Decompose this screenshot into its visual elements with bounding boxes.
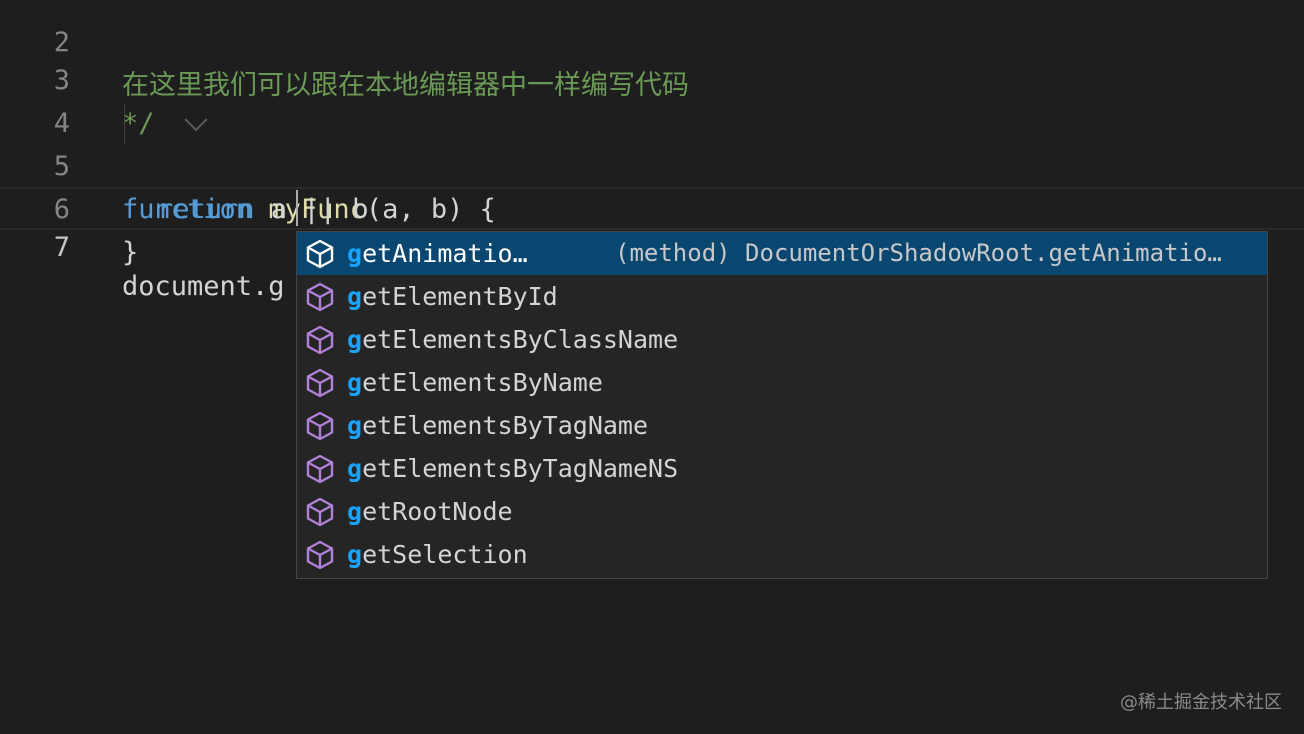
suggestion-item[interactable]: getElementsByTagNameNS (297, 447, 1267, 490)
method-cube-icon (305, 497, 335, 527)
suggestion-label-rest: etElementsByTagNameNS (362, 454, 679, 483)
suggestion-item[interactable]: getRootNode (297, 490, 1267, 533)
method-cube-icon (305, 540, 335, 570)
method-cube-icon (305, 411, 335, 441)
suggestion-label: getElementsByClassName (347, 318, 678, 361)
method-cube-icon (305, 454, 335, 484)
suggestion-label: getElementsByTagName (347, 404, 648, 447)
match-highlight: g (347, 368, 363, 397)
indent-guide (124, 104, 125, 144)
code-line[interactable]: 5 return a || b (0, 102, 1304, 225)
suggestion-item[interactable]: getElementsByName (297, 361, 1267, 404)
suggestion-label: getRootNode (347, 490, 513, 533)
match-highlight: g (347, 454, 363, 483)
match-highlight: g (347, 497, 363, 526)
method-cube-icon (305, 368, 335, 398)
suggestion-item[interactable]: getElementsByTagName (297, 404, 1267, 447)
suggestion-label: getSelection (347, 533, 528, 576)
suggestion-detail: (method) DocumentOrShadowRoot.getAnimati… (615, 239, 1222, 267)
suggestion-label: getElementsByTagNameNS (347, 447, 678, 490)
suggestion-label: getAnimatio… (347, 232, 528, 275)
text-cursor (296, 190, 298, 226)
code-line[interactable]: 3 */ (0, 16, 1304, 139)
suggestion-label-rest: etSelection (362, 540, 528, 569)
suggestion-label-rest: etAnimatio… (362, 239, 528, 268)
match-highlight: g (347, 540, 363, 569)
match-highlight: g (347, 239, 363, 268)
match-highlight: g (347, 411, 363, 440)
code-line[interactable]: 6 } (0, 145, 1304, 268)
suggestion-label: getElementById (347, 275, 558, 318)
method-cube-icon (305, 282, 335, 312)
suggestion-label-rest: etRootNode (362, 497, 513, 526)
autocomplete-suggestions[interactable]: getAnimatio… (method) DocumentOrShadowRo… (296, 231, 1268, 579)
suggestion-item[interactable]: getElementById (297, 275, 1267, 318)
method-cube-icon (305, 239, 335, 269)
current-code-line[interactable]: 7 document.g (0, 187, 1304, 302)
match-highlight: g (347, 325, 363, 354)
suggestion-label-rest: etElementsByClassName (362, 325, 679, 354)
match-highlight: g (347, 282, 363, 311)
method-cube-icon (305, 325, 335, 355)
suggestion-label-rest: etElementsByTagName (362, 411, 649, 440)
line-number: 7 (53, 232, 70, 263)
suggestion-label-rest: etElementsByName (362, 368, 603, 397)
suggestion-label-rest: etElementById (362, 282, 558, 311)
code-editor[interactable]: 2 在这里我们可以跟在本地编辑器中一样编写代码 3 */ 4 function … (0, 0, 1304, 734)
suggestion-item[interactable]: getAnimatio… (method) DocumentOrShadowRo… (297, 232, 1267, 275)
code-line[interactable]: 4 function myFunc(a, b) { (0, 59, 1304, 225)
suggestion-item[interactable]: getElementsByClassName (297, 318, 1267, 361)
code-text: document.g (122, 271, 285, 302)
watermark-text: @稀土掘金技术社区 (1120, 692, 1282, 713)
suggestion-item[interactable]: getSelection (297, 533, 1267, 576)
suggestion-label: getElementsByName (347, 361, 603, 404)
fold-chevron-down-icon[interactable] (84, 65, 208, 132)
